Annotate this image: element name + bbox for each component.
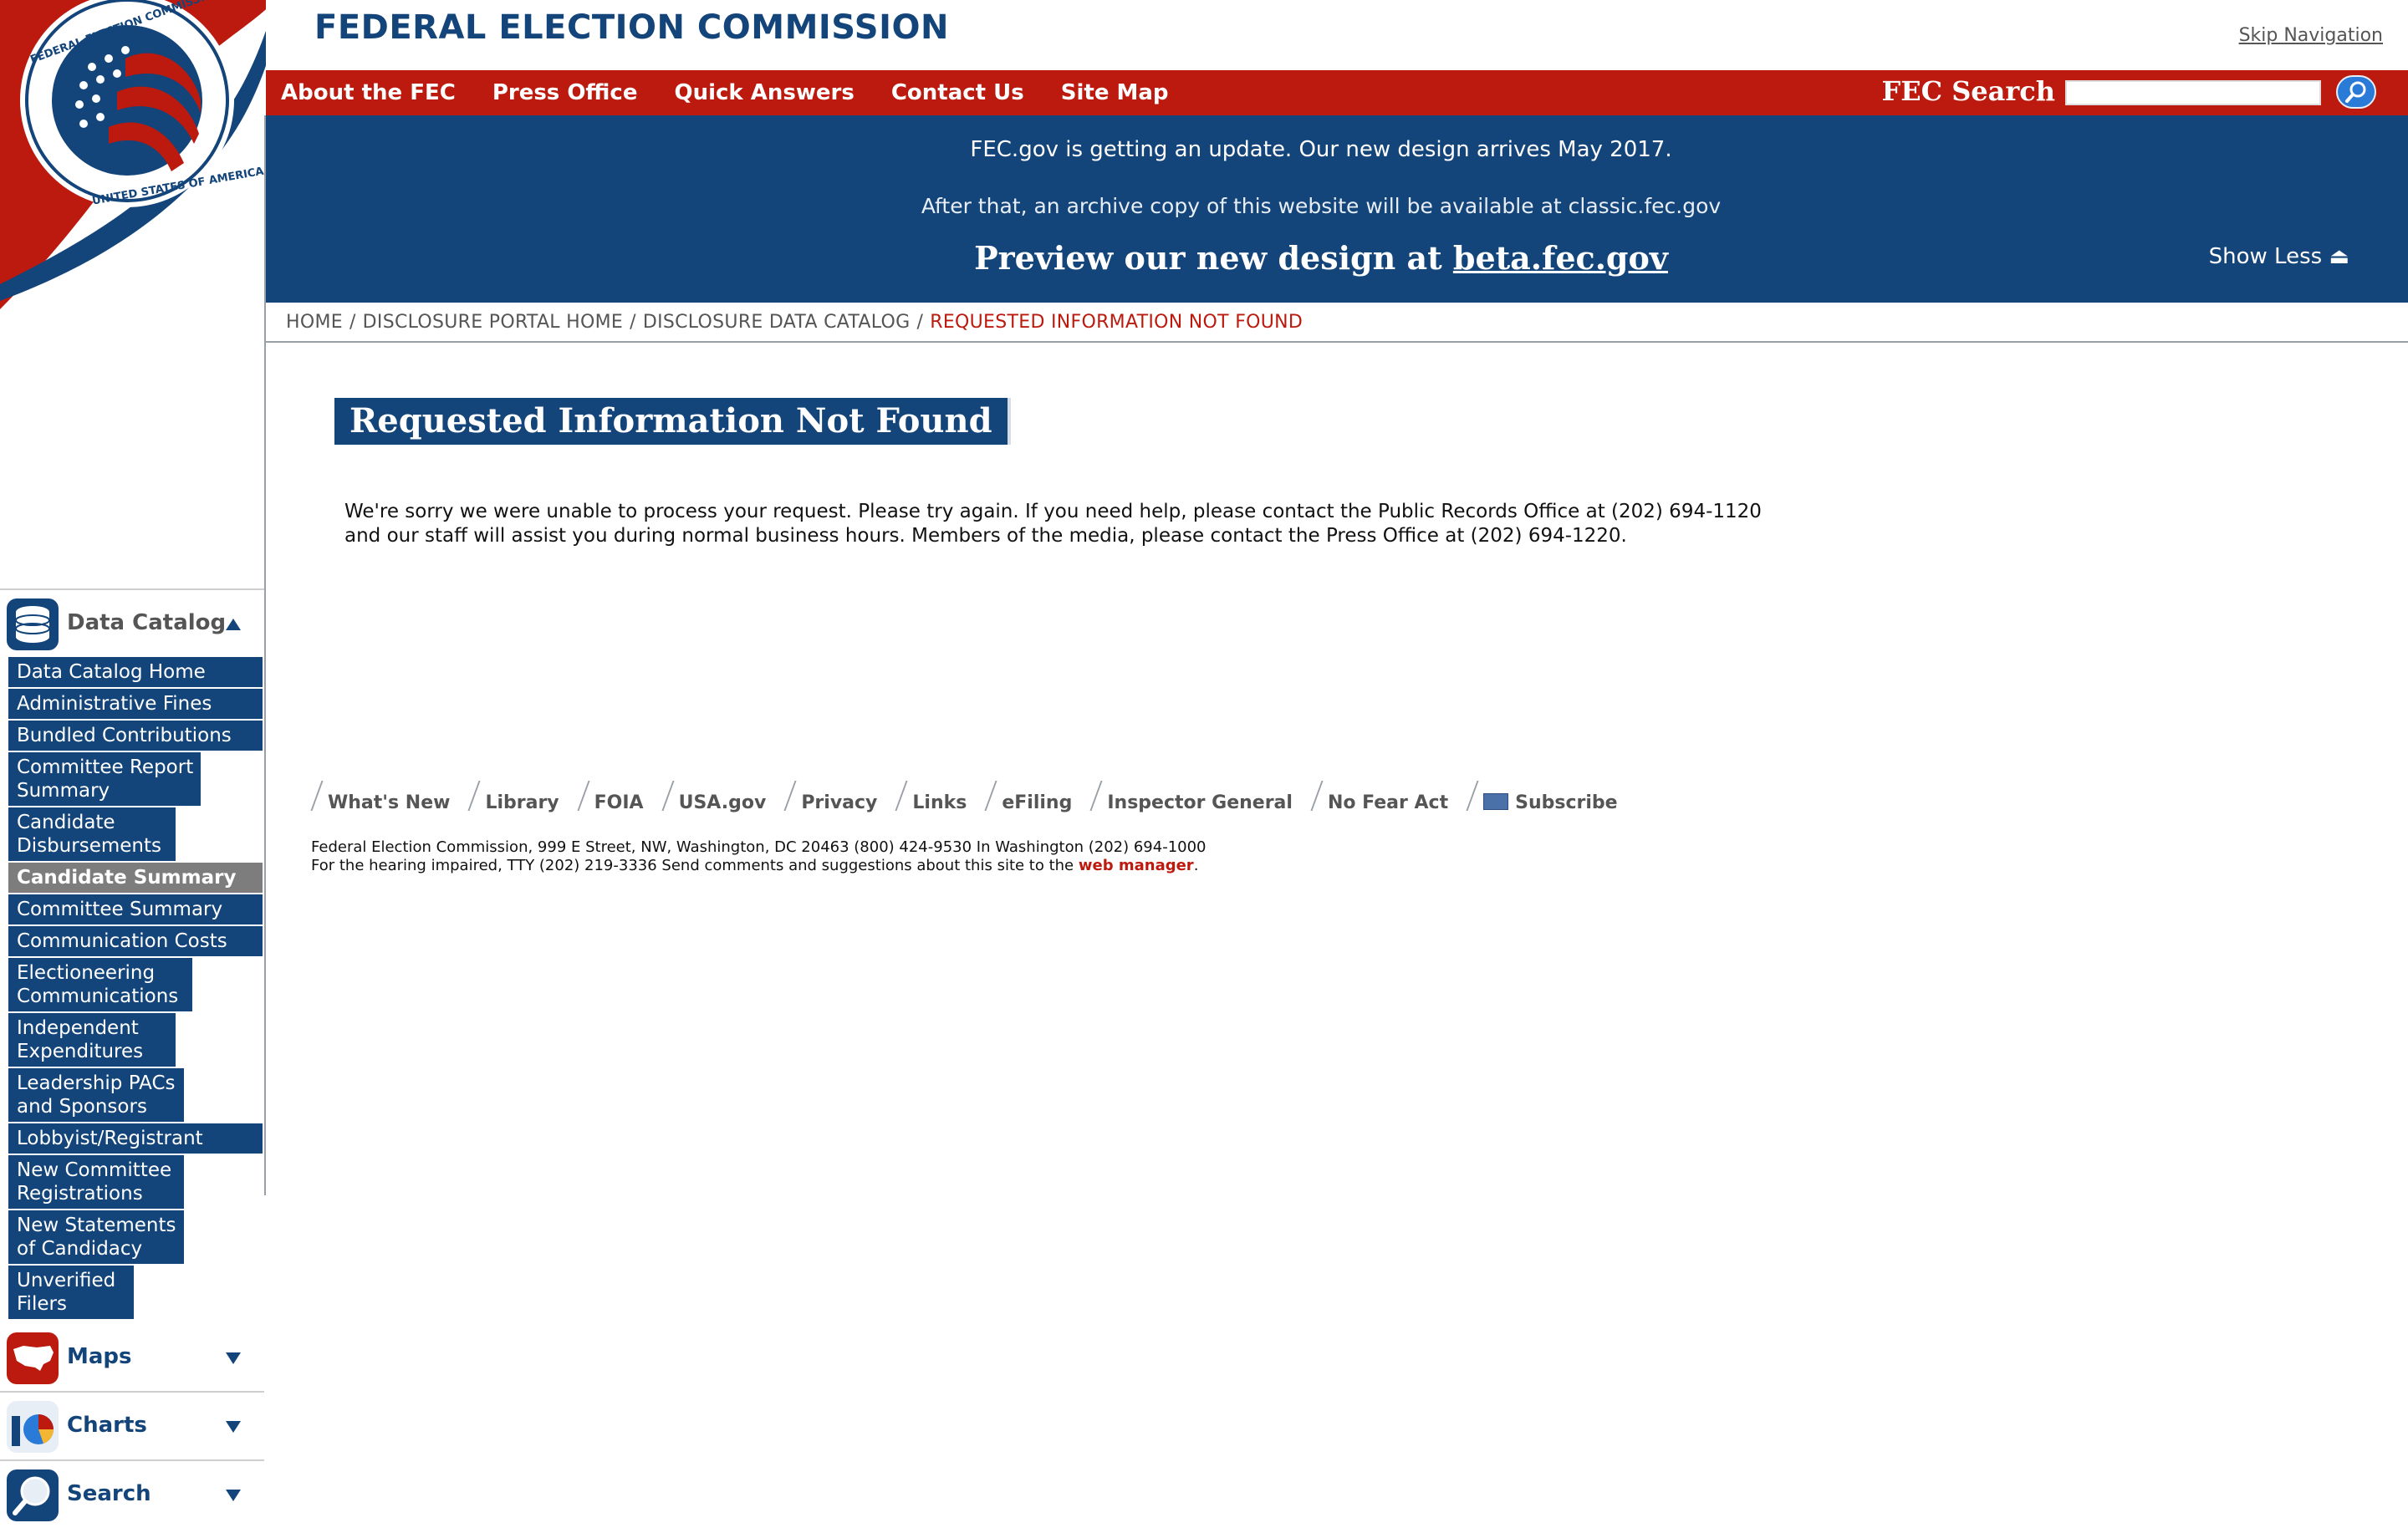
database-icon — [7, 598, 59, 650]
us-map-icon — [7, 1332, 59, 1384]
sidebar-item-lobbyist-registrant[interactable]: Lobbyist/Registrant — [8, 1123, 263, 1155]
sidebar-item-new-committee-registrations[interactable]: New Committee Registrations — [8, 1155, 184, 1210]
breadcrumb-separator: / — [630, 312, 636, 333]
fec-search-input[interactable] — [2065, 80, 2321, 105]
site-wordmark[interactable]: FEDERAL ELECTION COMMISSION — [314, 8, 949, 47]
footer-links: What's New Library FOIA USA.gov Privacy … — [311, 781, 1636, 813]
footer-link-library[interactable]: Library — [468, 781, 559, 813]
breadcrumb-current: REQUESTED INFORMATION NOT FOUND — [930, 312, 1303, 333]
footer-link-usa-gov[interactable]: USA.gov — [662, 781, 767, 813]
breadcrumb: HOME / DISCLOSURE PORTAL HOME / DISCLOSURE D… — [286, 312, 1303, 333]
charts-section-header[interactable]: Charts — [0, 1393, 264, 1459]
fec-search-label: FEC Search — [1881, 75, 2055, 107]
pie-chart-icon — [7, 1401, 59, 1453]
search-section-header[interactable]: Search — [0, 1461, 264, 1528]
maps-label: Maps — [67, 1344, 132, 1369]
maps-section-header[interactable]: Maps — [0, 1324, 264, 1391]
banner-archive-text: After that, an archive copy of this webs… — [921, 194, 1722, 218]
breadcrumb-separator: / — [349, 312, 356, 333]
footer-link-privacy[interactable]: Privacy — [784, 781, 877, 813]
breadcrumb-rule — [266, 341, 2408, 343]
banner-update-text: FEC.gov is getting an update. Our new de… — [970, 137, 1672, 162]
sidebar-item-new-statements-of-candidacy[interactable]: New Statements of Candidacy — [8, 1210, 184, 1266]
sidebar-item-candidate-disbursements[interactable]: Candidate Disbursements — [8, 807, 176, 863]
charts-label: Charts — [67, 1413, 147, 1438]
error-message: We're sorry we were unable to process yo… — [344, 500, 1783, 548]
breadcrumb-disclosure-portal-home[interactable]: DISCLOSURE PORTAL HOME — [363, 312, 623, 333]
footer-link-foia[interactable]: FOIA — [578, 781, 644, 813]
breadcrumb-home[interactable]: HOME — [286, 312, 343, 333]
search-label: Search — [67, 1481, 151, 1506]
sidebar-item-leadership-pacs-and-sponsors[interactable]: Leadership PACs and Sponsors — [8, 1068, 184, 1123]
footer-link-efiling[interactable]: eFiling — [985, 781, 1072, 813]
skip-navigation-link[interactable]: Skip Navigation — [2239, 25, 2383, 46]
nav-about-the-fec[interactable]: About the FEC — [281, 80, 456, 105]
expand-arrow-icon — [226, 1490, 241, 1501]
footer-link-whats-new[interactable]: What's New — [311, 781, 450, 813]
show-less-toggle[interactable]: Show Less ⏏ — [2209, 244, 2349, 269]
beta-site-link[interactable]: beta.fec.gov — [1453, 239, 1668, 277]
sidebar-item-data-catalog-home[interactable]: Data Catalog Home — [8, 657, 263, 689]
banner-preview-text: Preview our new design at beta.fec.gov — [266, 239, 2376, 277]
breadcrumb-separator: / — [916, 312, 924, 333]
sidebar-item-bundled-contributions[interactable]: Bundled Contributions — [8, 721, 263, 752]
expand-arrow-icon — [226, 1421, 241, 1433]
footer-link-inspector-general[interactable]: Inspector General — [1090, 781, 1293, 813]
page-title: Requested Information Not Found — [334, 398, 1011, 445]
collapse-arrow-icon — [226, 619, 241, 630]
footer-link-no-fear-act[interactable]: No Fear Act — [1311, 781, 1448, 813]
data-catalog-list: Data Catalog Home Administrative Fines B… — [8, 657, 263, 1321]
footer-link-links[interactable]: Links — [895, 781, 967, 813]
footer-address-line-2-text: For the hearing impaired, TTY (202) 219-… — [311, 857, 1079, 874]
magnifier-icon — [7, 1469, 59, 1521]
sidebar-item-candidate-summary[interactable]: Candidate Summary — [8, 863, 263, 894]
sidebar-item-committee-report-summary[interactable]: Committee Report Summary — [8, 752, 201, 807]
footer-link-subscribe[interactable]: Subscribe — [1467, 781, 1618, 813]
sidebar-item-committee-summary[interactable]: Committee Summary — [8, 894, 263, 926]
search-submit-button[interactable] — [2336, 75, 2376, 109]
sidebar-item-administrative-fines[interactable]: Administrative Fines — [8, 689, 263, 721]
nav-contact-us[interactable]: Contact Us — [891, 80, 1024, 105]
footer-address-line-2: For the hearing impaired, TTY (202) 219-… — [311, 857, 1207, 875]
web-manager-link[interactable]: web manager — [1079, 857, 1194, 874]
nav-site-map[interactable]: Site Map — [1061, 80, 1169, 105]
fec-seal-logo[interactable]: FEDERAL ELECTION COMMISSION UNITED STATE… — [0, 0, 266, 318]
sidebar-item-electioneering-communications[interactable]: Electioneering Communications — [8, 958, 192, 1013]
expand-arrow-icon — [226, 1352, 241, 1364]
top-nav-list: About the FEC Press Office Quick Answers… — [281, 70, 1206, 115]
data-catalog-header[interactable]: Data Catalog — [0, 590, 264, 654]
error-message-line-1: We're sorry we were unable to process yo… — [344, 501, 1762, 522]
sidebar-item-unverified-filers[interactable]: Unverified Filers — [8, 1266, 134, 1321]
banner-preview-prefix: Preview our new design at — [974, 239, 1453, 277]
breadcrumb-disclosure-data-catalog[interactable]: DISCLOSURE DATA CATALOG — [643, 312, 911, 333]
footer-subscribe-label: Subscribe — [1515, 792, 1618, 813]
nav-press-office[interactable]: Press Office — [492, 80, 638, 105]
sidebar-divider-line — [264, 115, 266, 1195]
footer-address-line-2-period: . — [1193, 857, 1199, 874]
envelope-icon — [1483, 793, 1509, 810]
magnifier-icon — [2345, 81, 2366, 103]
data-catalog-label: Data Catalog — [67, 610, 227, 635]
error-message-line-2: and our staff will assist you during nor… — [344, 525, 1627, 547]
sidebar-item-communication-costs[interactable]: Communication Costs — [8, 926, 263, 958]
top-navigation-bar: About the FEC Press Office Quick Answers… — [266, 70, 2408, 115]
footer-address: Federal Election Commission, 999 E Stree… — [311, 838, 1207, 875]
nav-quick-answers[interactable]: Quick Answers — [674, 80, 854, 105]
footer-address-line-1: Federal Election Commission, 999 E Stree… — [311, 838, 1207, 856]
update-banner: FEC.gov is getting an update. Our new de… — [266, 115, 2408, 303]
sidebar-item-independent-expenditures[interactable]: Independent Expenditures — [8, 1013, 176, 1068]
